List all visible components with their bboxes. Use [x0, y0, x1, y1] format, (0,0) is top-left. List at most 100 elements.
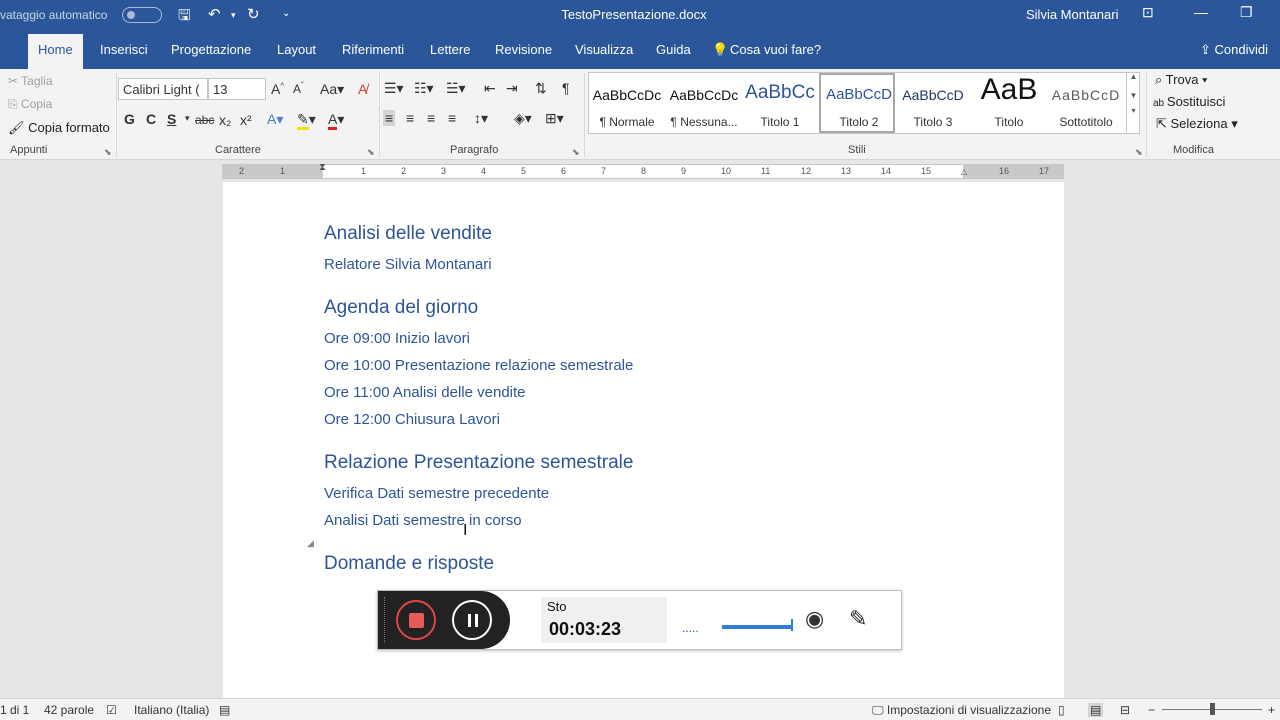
zoom-slider-thumb[interactable]	[1210, 703, 1215, 715]
font-size-select[interactable]: 13	[208, 78, 266, 100]
show-marks-icon[interactable]: ¶	[562, 80, 570, 96]
find-button[interactable]: ⌕ Trova ▾	[1155, 72, 1208, 88]
font-launcher-icon[interactable]: ⬊	[367, 147, 375, 158]
sort-icon[interactable]: ⇅	[535, 80, 547, 97]
select-button[interactable]: ⇱ Seleziona ▾	[1156, 116, 1238, 132]
restore-icon[interactable]: ❐	[1240, 4, 1253, 21]
tab-layout[interactable]: Layout	[277, 42, 316, 57]
grow-font-icon[interactable]: A^	[271, 81, 284, 97]
styles-more-icon[interactable]: ▾	[1127, 106, 1140, 115]
tab-help[interactable]: Guida	[656, 42, 691, 57]
strikethrough-button[interactable]: abc	[195, 113, 214, 127]
style-heading-1[interactable]: AaBbCc Titolo 1	[742, 73, 818, 133]
agenda-item[interactable]: Ore 12:00 Chiusura Lavori	[324, 411, 500, 428]
print-layout-icon[interactable]: ▤	[1088, 703, 1104, 717]
report-item[interactable]: Verifica Dati semestre precedente	[324, 485, 549, 502]
clipboard-launcher-icon[interactable]: ⬊	[104, 147, 112, 158]
styles-scrollbar[interactable]: ▲ ▼ ▾	[1126, 72, 1140, 134]
italic-button[interactable]: C	[146, 111, 156, 127]
change-case-icon[interactable]: Aa▾	[320, 81, 344, 98]
tab-review[interactable]: Revisione	[495, 42, 552, 57]
increase-indent-icon[interactable]: ⇥	[506, 80, 518, 97]
tab-mailings[interactable]: Lettere	[430, 42, 470, 57]
styles-launcher-icon[interactable]: ⬊	[1135, 147, 1143, 158]
copy-button[interactable]: ⎘ Copia	[8, 97, 52, 112]
tab-design[interactable]: Progettazione	[171, 42, 251, 57]
pause-recording-button[interactable]	[452, 600, 492, 640]
style-subtitle[interactable]: AaBbCcD Sottotitolo	[1048, 73, 1124, 133]
drag-handle[interactable]	[384, 597, 386, 643]
decrease-indent-icon[interactable]: ⇤	[484, 80, 496, 97]
zoom-in-icon[interactable]: +	[1268, 703, 1275, 717]
bullets-icon[interactable]: ☰▾	[384, 80, 404, 97]
cut-button[interactable]: ✂ Taglia	[8, 74, 53, 88]
tell-me-box[interactable]: Cosa vuoi fare?	[730, 42, 821, 57]
subscript-button[interactable]: x₂	[219, 112, 231, 128]
style-heading-2[interactable]: AaBbCcD Titolo 2	[819, 73, 895, 133]
language[interactable]: Italiano (Italia)	[134, 703, 209, 717]
font-color-icon[interactable]: A▾	[328, 111, 344, 130]
superscript-button[interactable]: x²	[240, 112, 252, 128]
collapse-heading-icon[interactable]: ◢	[307, 538, 314, 549]
minimize-icon[interactable]: —	[1194, 4, 1208, 20]
share-button[interactable]: ⇪ Condividi	[1200, 42, 1268, 58]
format-painter-button[interactable]: 🖌 Copia formato	[8, 120, 110, 136]
paragraph-speaker[interactable]: Relatore Silvia Montanari	[324, 256, 492, 273]
heading-semester-report[interactable]: Relazione Presentazione semestrale	[324, 452, 633, 474]
shading-icon[interactable]: ◈▾	[514, 110, 532, 127]
paragraph-launcher-icon[interactable]: ⬊	[572, 147, 580, 158]
ribbon: ✂ Taglia ⎘ Copia 🖌 Copia formato Appunti…	[0, 69, 1280, 160]
align-right-icon[interactable]: ≡	[427, 110, 435, 126]
highlight-icon[interactable]: ✎▾	[297, 111, 316, 130]
style-no-spacing[interactable]: AaBbCcDc ¶ Nessuna...	[666, 73, 742, 133]
indent-marker-icon[interactable]: ⧗	[319, 162, 326, 173]
heading-agenda[interactable]: Agenda del giorno	[324, 297, 478, 319]
horizontal-ruler[interactable]: 2 1 ⧗ 1 2 3 4 5 6 7 8 9 10 11 12 13 14 1…	[222, 162, 1064, 179]
font-name-select[interactable]: Calibri Light (	[118, 78, 208, 100]
style-title[interactable]: AaB Titolo	[971, 73, 1047, 133]
right-indent-marker-icon[interactable]: △	[961, 167, 967, 176]
numbering-icon[interactable]: ☷▾	[414, 80, 434, 97]
zoom-out-icon[interactable]: −	[1148, 703, 1155, 717]
tab-references[interactable]: Riferimenti	[342, 42, 404, 57]
shrink-font-icon[interactable]: Aˇ	[293, 81, 304, 96]
line-spacing-icon[interactable]: ↕▾	[474, 110, 488, 127]
style-heading-3[interactable]: AaBbCcD Titolo 3	[895, 73, 971, 133]
tab-insert[interactable]: Inserisci	[100, 42, 148, 57]
borders-icon[interactable]: ⊞▾	[545, 110, 564, 127]
stop-recording-button[interactable]	[396, 600, 436, 640]
display-settings-button[interactable]: 🖵 Impostazioni di visualizzazione	[872, 703, 1051, 718]
heading-sales-analysis[interactable]: Analisi delle vendite	[324, 223, 492, 245]
agenda-item[interactable]: Ore 09:00 Inizio lavori	[324, 330, 470, 347]
agenda-item[interactable]: Ore 11:00 Analisi delle vendite	[324, 384, 526, 401]
proofing-icon[interactable]: ☑	[106, 703, 117, 717]
heading-qa[interactable]: Domande e risposte	[324, 553, 494, 575]
user-name[interactable]: Silvia Montanari	[1026, 7, 1119, 22]
read-mode-icon[interactable]: ▯	[1058, 703, 1065, 717]
underline-dropdown-icon[interactable]: ▾	[185, 113, 190, 124]
replace-button[interactable]: ab Sostituisci	[1153, 94, 1225, 109]
ribbon-display-options-icon[interactable]: ⊡	[1142, 4, 1154, 21]
justify-icon[interactable]: ≡	[448, 110, 456, 126]
underline-button[interactable]: S	[167, 111, 176, 127]
web-layout-icon[interactable]: ⊟	[1120, 703, 1130, 717]
report-item[interactable]: Analisi Dati semestre in corso	[324, 512, 522, 529]
style-normal[interactable]: AaBbCcDc ¶ Normale	[589, 73, 665, 133]
scroll-up-icon[interactable]: ▲	[1127, 72, 1140, 81]
tab-view[interactable]: Visualizza	[575, 42, 633, 57]
bold-button[interactable]: G	[124, 111, 135, 127]
scroll-down-icon[interactable]: ▼	[1127, 91, 1140, 100]
separator	[1146, 73, 1147, 157]
webcam-icon[interactable]: ◉	[805, 606, 824, 632]
align-center-icon[interactable]: ≡	[406, 110, 414, 126]
text-effects-icon[interactable]: A▾	[267, 111, 283, 128]
align-left-icon[interactable]: ≡	[383, 110, 396, 126]
clear-formatting-icon[interactable]: A̸	[358, 81, 367, 97]
word-count[interactable]: 42 parole	[44, 703, 94, 717]
page-count[interactable]: 1 di 1	[0, 703, 29, 717]
agenda-item[interactable]: Ore 10:00 Presentazione relazione semest…	[324, 357, 633, 374]
pen-icon[interactable]: ✎	[849, 606, 867, 632]
tab-home[interactable]: Home	[28, 34, 83, 69]
multilevel-list-icon[interactable]: ☱▾	[446, 80, 466, 97]
macro-recording-icon[interactable]: ▤	[219, 703, 230, 717]
